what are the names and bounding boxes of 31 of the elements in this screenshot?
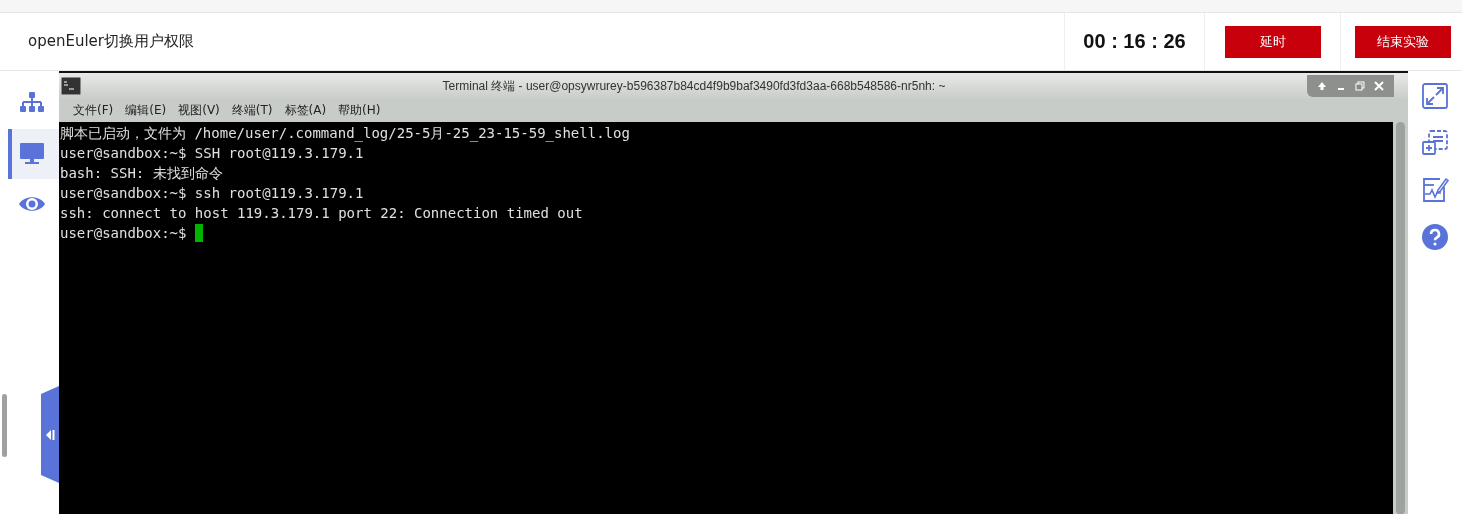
countdown-timer: 00 : 16 : 26 <box>1083 30 1186 53</box>
expand-icon[interactable] <box>1421 83 1449 110</box>
terminal-line: ssh: connect to host 119.3.179.1 port 22: Connection timed out <box>59 204 584 223</box>
collapse-tab[interactable] <box>41 386 59 483</box>
terminal-line: user@sandbox:~$ ssh root@119.3.179.1 <box>59 184 365 203</box>
add-list-icon[interactable] <box>1421 130 1449 157</box>
header-button[interactable]: 延时 <box>1224 25 1321 58</box>
scrollbar-thumb[interactable] <box>2 394 7 457</box>
menu-item[interactable]: 编辑(E) <box>119 102 173 119</box>
window-title: Terminal 终端 - user@opsywrurey-b596387b84cd4f9b9baf3490fd3fd3aa-668b548586-nr5nh: ~ <box>441 77 947 95</box>
terminal-icon[interactable] <box>61 77 81 95</box>
signature-icon[interactable] <box>1421 177 1449 204</box>
close-icon[interactable] <box>1374 81 1384 91</box>
collapse-icon[interactable] <box>45 429 55 440</box>
terminal-line: bash: SSH: 未找到命令 <box>59 164 224 183</box>
terminal-line: user@sandbox:~$ SSH root@119.3.179.1 <box>59 144 365 163</box>
text-cursor <box>194 224 203 242</box>
sidebar-item[interactable] <box>8 129 59 179</box>
terminal-prompt: user@sandbox:~$ <box>60 224 188 243</box>
help-icon[interactable] <box>1421 224 1449 251</box>
menu-item[interactable]: 视图(V) <box>172 102 226 119</box>
menu-item[interactable]: 终端(T) <box>225 102 279 119</box>
menu-item[interactable]: 文件(F) <box>67 102 120 119</box>
menu-item[interactable]: 帮助(H) <box>332 102 387 119</box>
terminal-line: 脚本已启动，文件为 /home/user/.command_log/25-5月-25_23-15-59_shell.log <box>59 124 631 143</box>
scrollbar[interactable] <box>1396 122 1405 514</box>
up-arrow-icon[interactable] <box>1317 81 1327 91</box>
menu-item[interactable]: 标签(A) <box>278 102 333 119</box>
page-title: openEuler切换用户权限 <box>27 32 195 51</box>
restore-icon[interactable] <box>1355 81 1365 91</box>
header-button[interactable]: 结束实验 <box>1355 25 1451 58</box>
